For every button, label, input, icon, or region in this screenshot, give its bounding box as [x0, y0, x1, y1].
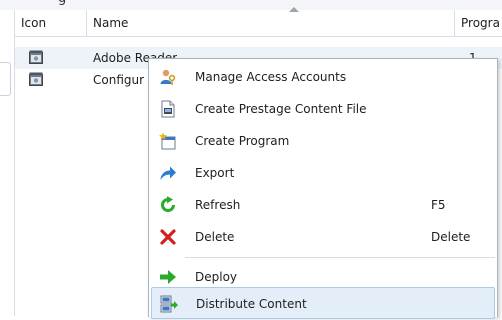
column-header-icon[interactable]: Icon	[15, 10, 87, 36]
top-strip-text: g	[58, 0, 66, 6]
new-program-icon	[159, 132, 176, 150]
column-header-row: Icon Name Progra	[15, 7, 502, 37]
menu-item-create-prestage-content-file[interactable]: Create Prestage Content File	[151, 93, 495, 125]
refresh-icon	[161, 196, 175, 212]
menu-item-distribute-content[interactable]: Distribute Content	[151, 287, 495, 319]
export-arrow-icon	[160, 166, 176, 180]
row-name: Configur	[93, 73, 145, 87]
menu-item-shortcut: F5	[431, 198, 446, 212]
menu-item-label: Refresh	[195, 198, 241, 212]
delete-x-icon	[160, 229, 176, 245]
distribute-content-icon	[160, 295, 178, 313]
sort-ascending-icon	[289, 7, 299, 12]
menu-item-label: Create Program	[195, 134, 290, 148]
package-icon	[29, 50, 43, 64]
menu-item-label: Manage Access Accounts	[195, 70, 347, 84]
menu-item-export[interactable]: Export	[151, 157, 495, 189]
menu-item-delete[interactable]: Delete Delete	[151, 221, 495, 253]
menu-item-refresh[interactable]: Refresh F5	[151, 189, 495, 221]
menu-item-shortcut: Delete	[431, 230, 471, 244]
menu-separator	[185, 257, 495, 258]
menu-item-label: Export	[195, 166, 235, 180]
column-header-name[interactable]: Name	[87, 10, 455, 36]
menu-item-label: Delete	[195, 230, 235, 244]
package-icon	[29, 72, 43, 86]
menu-item-label: Distribute Content	[196, 297, 307, 311]
top-strip: g	[0, 0, 502, 10]
menu-item-manage-access-accounts[interactable]: Manage Access Accounts	[151, 61, 495, 93]
menu-item-create-program[interactable]: Create Program	[151, 125, 495, 157]
deploy-arrow-icon	[160, 270, 176, 284]
left-panel-edge[interactable]	[0, 62, 11, 96]
user-key-icon	[160, 69, 176, 85]
context-menu: Manage Access Accounts Create Prestage C…	[148, 58, 498, 319]
menu-item-label: Create Prestage Content File	[195, 102, 367, 116]
document-file-icon	[161, 100, 175, 118]
column-header-programs[interactable]: Progra	[455, 10, 502, 36]
